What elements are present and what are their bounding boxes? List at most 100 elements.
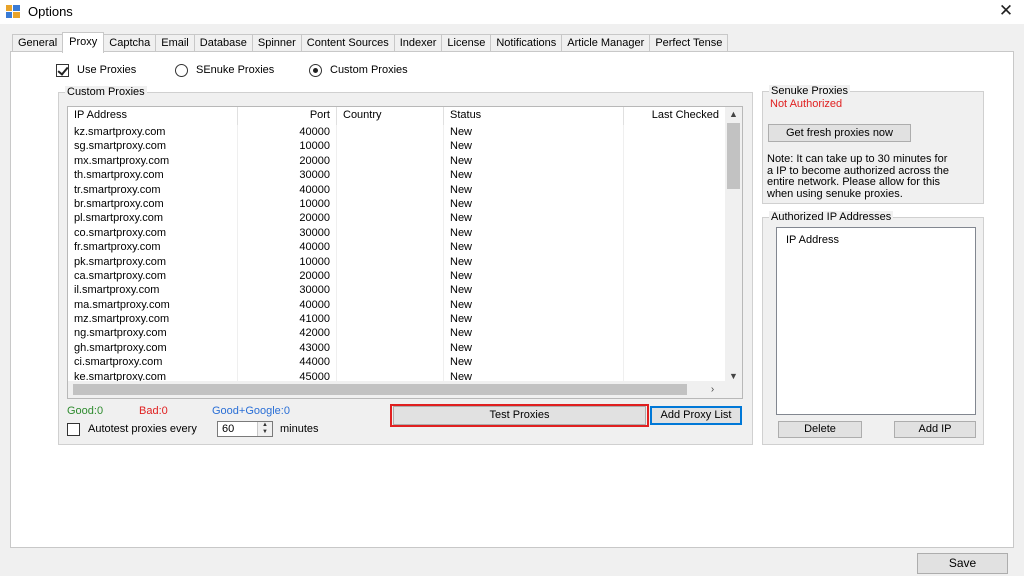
cell-ip: pl.smartproxy.com — [68, 211, 238, 226]
table-row[interactable]: ma.smartproxy.com 40000 New — [68, 297, 726, 313]
senuke-proxies-radio[interactable] — [175, 64, 188, 77]
cell-status: New — [444, 153, 624, 169]
cell-port: 42000 — [238, 326, 337, 341]
cell-port: 40000 — [238, 297, 337, 313]
table-row[interactable]: pk.smartproxy.com 10000 New — [68, 254, 726, 269]
cell-port: 44000 — [238, 355, 337, 370]
cell-last-checked — [624, 283, 726, 298]
cell-country — [337, 139, 444, 154]
stepper-buttons[interactable]: ▲ ▼ — [257, 422, 272, 436]
proxy-grid-rows: kz.smartproxy.com 40000 New sg.smartproxy.c… — [68, 125, 726, 385]
cell-status: New — [444, 196, 624, 212]
tab-article-manager[interactable]: Article Manager — [561, 34, 651, 52]
tab-general[interactable]: General — [12, 34, 64, 52]
delete-ip-button[interactable]: Delete — [778, 421, 862, 438]
table-row[interactable]: fr.smartproxy.com 40000 New — [68, 240, 726, 255]
tab-indexer[interactable]: Indexer — [393, 34, 443, 52]
cell-status: New — [444, 297, 624, 313]
tab-content-sources[interactable]: Content Sources — [300, 34, 395, 52]
save-button[interactable]: Save — [917, 553, 1008, 574]
table-row[interactable]: th.smartproxy.com 30000 New — [68, 168, 726, 183]
vertical-scrollbar[interactable]: ▲ ▼ — [725, 107, 742, 383]
autotest-interval-value[interactable]: 60 — [222, 423, 234, 435]
stepper-up-icon[interactable]: ▲ — [258, 422, 272, 429]
horizontal-scrollbar[interactable]: ‹ › — [68, 381, 742, 398]
table-row[interactable]: br.smartproxy.com 10000 New — [68, 196, 726, 212]
custom-proxies-radio[interactable] — [309, 64, 322, 77]
autotest-interval-stepper[interactable]: 60 ▲ ▼ — [217, 421, 273, 437]
cell-last-checked — [624, 355, 726, 370]
scroll-up-icon[interactable]: ▲ — [725, 107, 742, 121]
add-ip-button[interactable]: Add IP — [894, 421, 976, 438]
senuke-proxies-group-title: Senuke Proxies — [769, 85, 851, 97]
table-row[interactable]: sg.smartproxy.com 10000 New — [68, 139, 726, 154]
table-row[interactable]: mz.smartproxy.com 41000 New — [68, 312, 726, 327]
cell-port: 10000 — [238, 139, 337, 154]
table-row[interactable]: co.smartproxy.com 30000 New — [68, 225, 726, 241]
table-row[interactable]: pl.smartproxy.com 20000 New — [68, 211, 726, 226]
tab-captcha[interactable]: Captcha — [103, 34, 157, 52]
table-row[interactable]: ci.smartproxy.com 44000 New — [68, 355, 726, 370]
table-row[interactable]: mx.smartproxy.com 20000 New — [68, 153, 726, 169]
cell-country — [337, 283, 444, 298]
cell-last-checked — [624, 168, 726, 183]
use-proxies-label: Use Proxies — [77, 64, 137, 76]
column-header-port[interactable]: Port — [238, 107, 337, 125]
cell-last-checked — [624, 139, 726, 154]
cell-status: New — [444, 312, 624, 327]
column-header-country[interactable]: Country — [337, 107, 444, 125]
scroll-right-icon[interactable]: › — [704, 381, 721, 398]
table-row[interactable]: kz.smartproxy.com 40000 New — [68, 125, 726, 140]
table-row[interactable]: ca.smartproxy.com 20000 New — [68, 268, 726, 284]
cell-ip: pk.smartproxy.com — [68, 254, 238, 269]
title-bar: Options ✕ — [0, 0, 1024, 24]
cell-country — [337, 211, 444, 226]
add-proxy-list-button[interactable]: Add Proxy List — [650, 406, 742, 425]
proxy-grid[interactable]: IP Address Port Country Status Last Chec… — [67, 106, 743, 399]
tab-strip: General Proxy Captcha Email Database Spinner C… — [12, 32, 729, 53]
good-count: Good:0 — [67, 405, 104, 417]
cell-status: New — [444, 240, 624, 255]
autotest-checkbox[interactable] — [67, 423, 80, 436]
tab-database[interactable]: Database — [193, 34, 253, 52]
table-row[interactable]: tr.smartproxy.com 40000 New — [68, 182, 726, 197]
senuke-status: Not Authorized — [770, 98, 843, 110]
cell-ip: kz.smartproxy.com — [68, 125, 238, 140]
close-icon[interactable]: ✕ — [994, 0, 1018, 22]
cell-country — [337, 196, 444, 212]
tab-proxy[interactable]: Proxy — [62, 32, 105, 53]
table-row[interactable]: il.smartproxy.com 30000 New — [68, 283, 726, 298]
get-fresh-proxies-button[interactable]: Get fresh proxies now — [768, 124, 911, 142]
table-row[interactable]: ng.smartproxy.com 42000 New — [68, 326, 726, 341]
proxy-grid-header: IP Address Port Country Status Last Chec… — [68, 107, 728, 125]
tab-notifications[interactable]: Notifications — [490, 34, 563, 52]
cell-ip: th.smartproxy.com — [68, 168, 238, 183]
cell-country — [337, 268, 444, 284]
tab-perfect-tense[interactable]: Perfect Tense — [649, 34, 729, 52]
tab-email[interactable]: Email — [155, 34, 195, 52]
cell-ip: ca.smartproxy.com — [68, 268, 238, 284]
cell-ip: co.smartproxy.com — [68, 225, 238, 241]
cell-port: 20000 — [238, 268, 337, 284]
stepper-down-icon[interactable]: ▼ — [258, 429, 272, 436]
tab-spinner[interactable]: Spinner — [251, 34, 302, 52]
column-header-ip[interactable]: IP Address — [68, 107, 238, 125]
cell-port: 20000 — [238, 153, 337, 169]
authorized-ip-list-header: IP Address — [786, 234, 839, 246]
cell-last-checked — [624, 211, 726, 226]
use-proxies-checkbox[interactable] — [56, 64, 69, 77]
cell-country — [337, 254, 444, 269]
column-header-last-checked[interactable]: Last Checked — [624, 107, 726, 125]
cell-port: 20000 — [238, 211, 337, 226]
window-title: Options — [28, 4, 73, 19]
horizontal-scroll-thumb[interactable] — [73, 384, 687, 395]
cell-ip: fr.smartproxy.com — [68, 240, 238, 255]
tab-license[interactable]: License — [441, 34, 492, 52]
authorized-ip-list[interactable]: IP Address — [776, 227, 976, 415]
cell-ip: ci.smartproxy.com — [68, 355, 238, 370]
column-header-status[interactable]: Status — [444, 107, 624, 125]
vertical-scroll-thumb[interactable] — [727, 123, 740, 189]
cell-country — [337, 326, 444, 341]
cell-port: 40000 — [238, 182, 337, 197]
table-row[interactable]: gh.smartproxy.com 43000 New — [68, 340, 726, 356]
